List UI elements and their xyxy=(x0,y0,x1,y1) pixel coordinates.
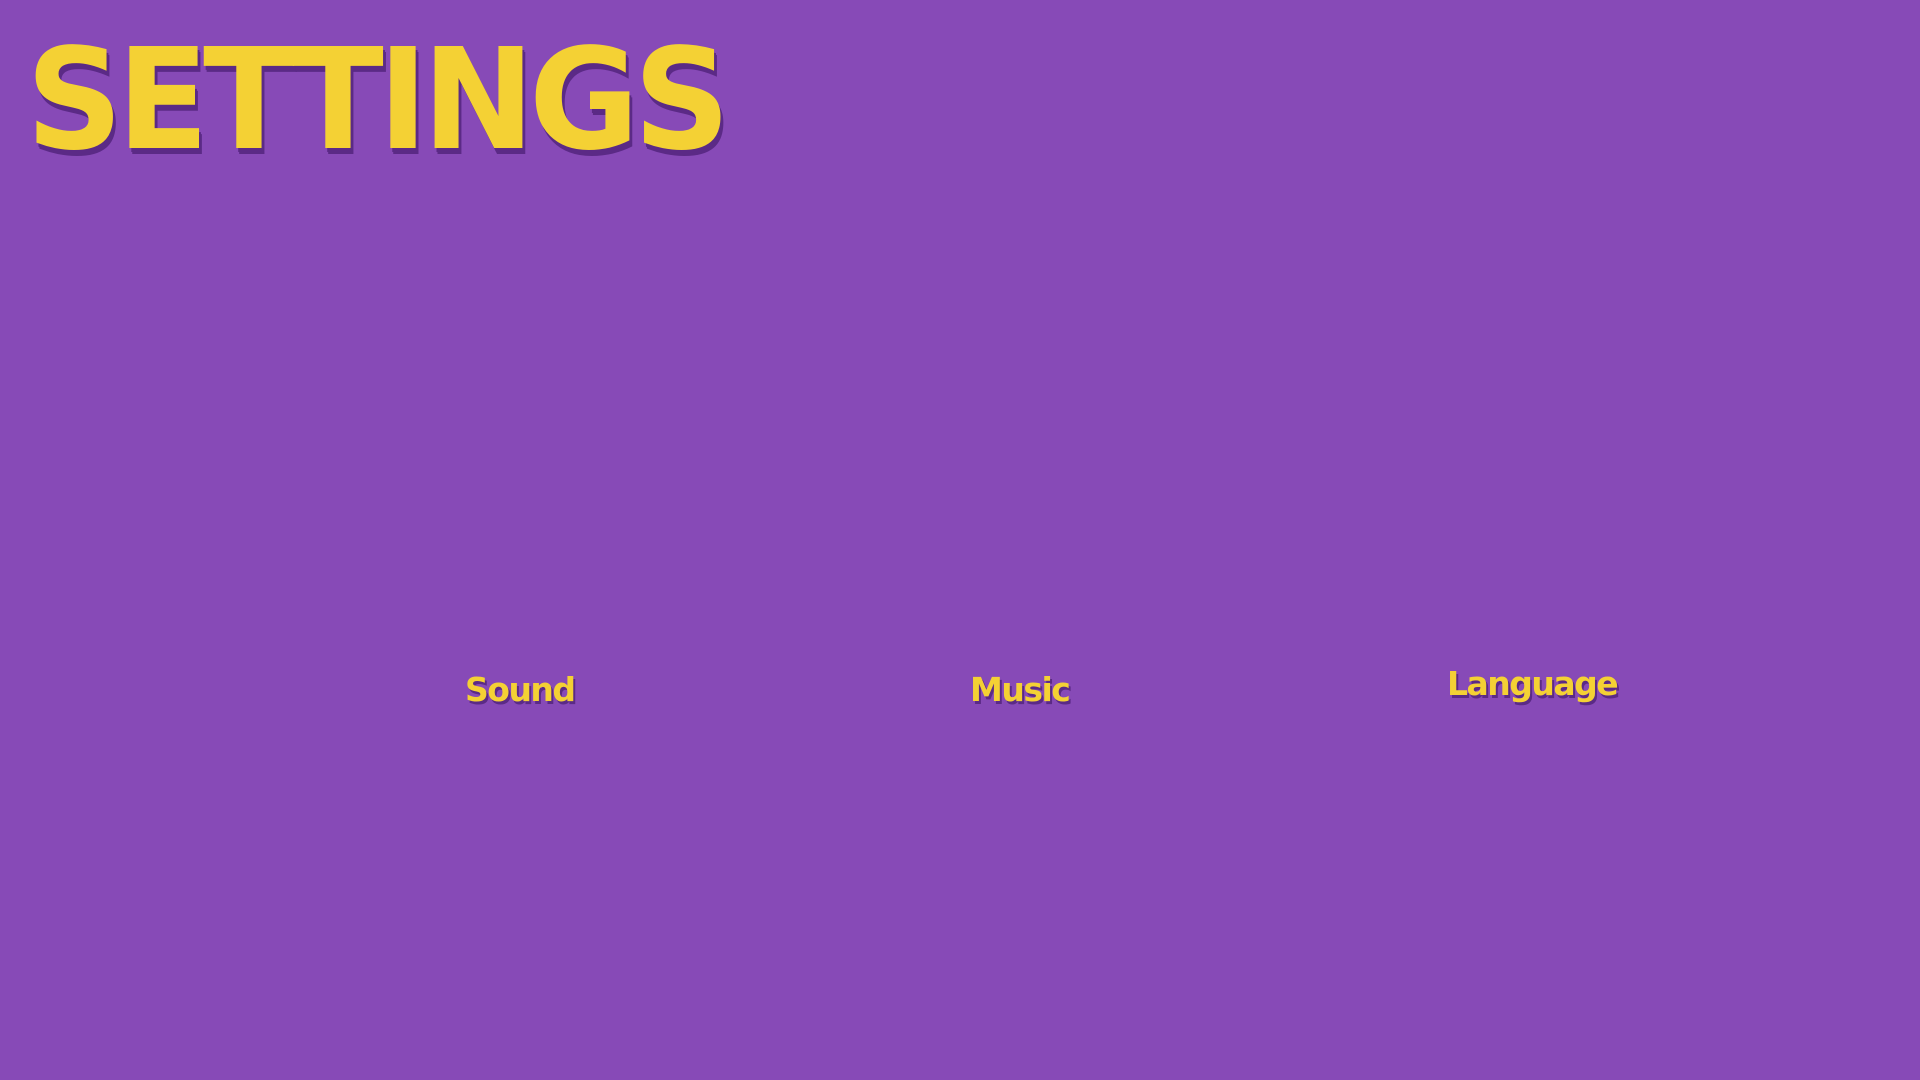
language-option-button[interactable]: Language xyxy=(1447,664,1619,704)
music-option-button[interactable]: Music xyxy=(970,670,1071,710)
page-title: SETTINGS xyxy=(26,19,730,182)
sound-option-button[interactable]: Sound xyxy=(465,670,576,710)
